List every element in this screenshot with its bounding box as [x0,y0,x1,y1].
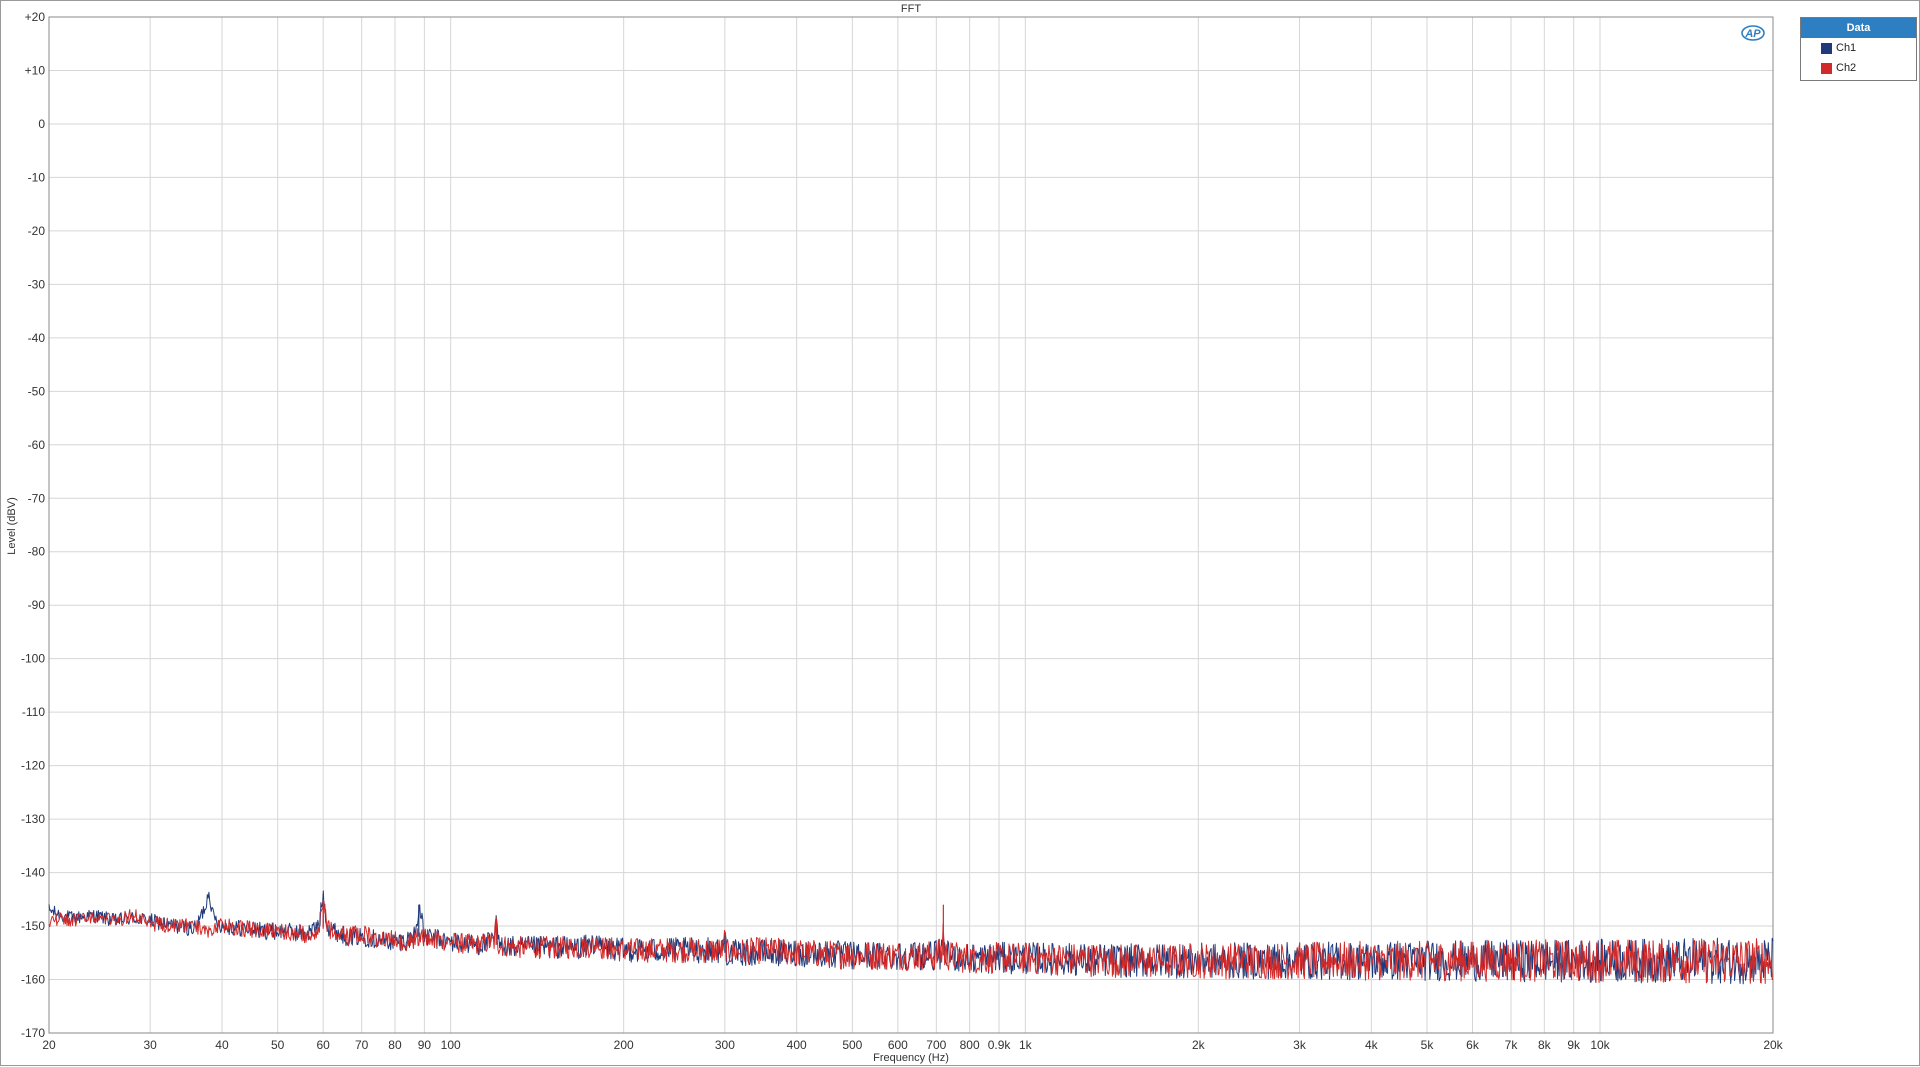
x-axis-tick-labels: 20 30 40 50 60 70 80 90 100 200 300 400 500 600 700 800… [42,1038,1783,1052]
x-tick-label: 700 [926,1038,946,1052]
x-tick-label: 40 [215,1038,229,1052]
y-axis-tick-labels: +20 +10 0 -10 -20 -30 -40 -50 -60 -70 -80 -90 -100 -1… [21,10,45,1040]
legend-panel: Data Ch1 Ch2 [1800,17,1917,81]
x-tick-label: 60 [317,1038,331,1052]
x-tick-label: 800 [960,1038,980,1052]
legend-swatch-ch2 [1821,62,1832,74]
series-lines [48,890,1774,985]
y-tick-label: -170 [21,1026,45,1040]
x-tick-label: 0.9k [988,1038,1012,1052]
y-tick-label: -130 [21,812,45,826]
chart-title: FFT [901,3,921,15]
legend-label-ch1: Ch1 [1836,42,1857,54]
y-tick-label: -40 [28,331,46,345]
legend-item-ch2[interactable]: Ch2 [1801,58,1916,78]
x-tick-label: 500 [842,1038,862,1052]
x-tick-label: 90 [418,1038,432,1052]
y-tick-label: -110 [22,705,45,719]
legend-item-ch1[interactable]: Ch1 [1801,38,1916,58]
x-tick-label: 4k [1365,1038,1379,1052]
y-tick-label: -140 [21,866,45,880]
series-line-ch2 [48,901,1774,984]
legend-label-ch2: Ch2 [1836,62,1857,74]
x-tick-label: 100 [441,1038,461,1052]
svg-text:AP: AP [1744,28,1761,40]
grid-lines [48,16,1774,1034]
x-tick-label: 400 [787,1038,807,1052]
x-tick-label: 20k [1763,1038,1783,1052]
x-tick-label: 70 [355,1038,369,1052]
plot-area [48,16,1774,1034]
y-tick-label: -80 [28,545,46,559]
x-tick-label: 10k [1590,1038,1610,1052]
y-tick-label: +10 [25,63,46,77]
legend-swatch-ch1 [1821,42,1832,54]
x-tick-label: 600 [888,1038,908,1052]
y-tick-label: +20 [25,10,46,24]
x-tick-label: 9k [1567,1038,1581,1052]
x-tick-label: 6k [1466,1038,1480,1052]
y-tick-label: -100 [21,652,45,666]
x-tick-label: 50 [271,1038,285,1052]
x-tick-label: 8k [1538,1038,1552,1052]
x-tick-label: 200 [614,1038,634,1052]
fft-chart: 20 30 40 50 60 70 80 90 100 200 300 400 500 600 700 800… [6,3,1784,1064]
y-tick-label: -160 [21,973,45,987]
y-tick-label: -30 [28,277,46,291]
x-tick-label: 2k [1192,1038,1206,1052]
x-tick-label: 300 [715,1038,735,1052]
legend-title: Data [1801,18,1916,38]
y-tick-label: -20 [28,224,46,238]
y-tick-label: -50 [28,384,46,398]
x-tick-label: 30 [144,1038,158,1052]
x-tick-label: 5k [1421,1038,1435,1052]
x-axis-label: Frequency (Hz) [873,1052,949,1064]
y-tick-label: -150 [21,919,45,933]
y-tick-label: -90 [28,598,46,612]
x-tick-label: 1k [1019,1038,1033,1052]
y-tick-label: -70 [28,491,46,505]
x-tick-label: 20 [42,1038,56,1052]
y-tick-label: -60 [28,438,46,452]
x-tick-label: 7k [1505,1038,1519,1052]
ap-logo-icon: AP [1741,25,1765,41]
fft-window: 20 30 40 50 60 70 80 90 100 200 300 400 500 600 700 800… [0,0,1920,1066]
y-tick-label: -10 [28,170,46,184]
y-axis-label: Level (dBV) [6,497,18,554]
x-tick-label: 80 [388,1038,402,1052]
y-tick-label: 0 [38,117,45,131]
x-tick-label: 3k [1293,1038,1307,1052]
y-tick-label: -120 [21,759,45,773]
